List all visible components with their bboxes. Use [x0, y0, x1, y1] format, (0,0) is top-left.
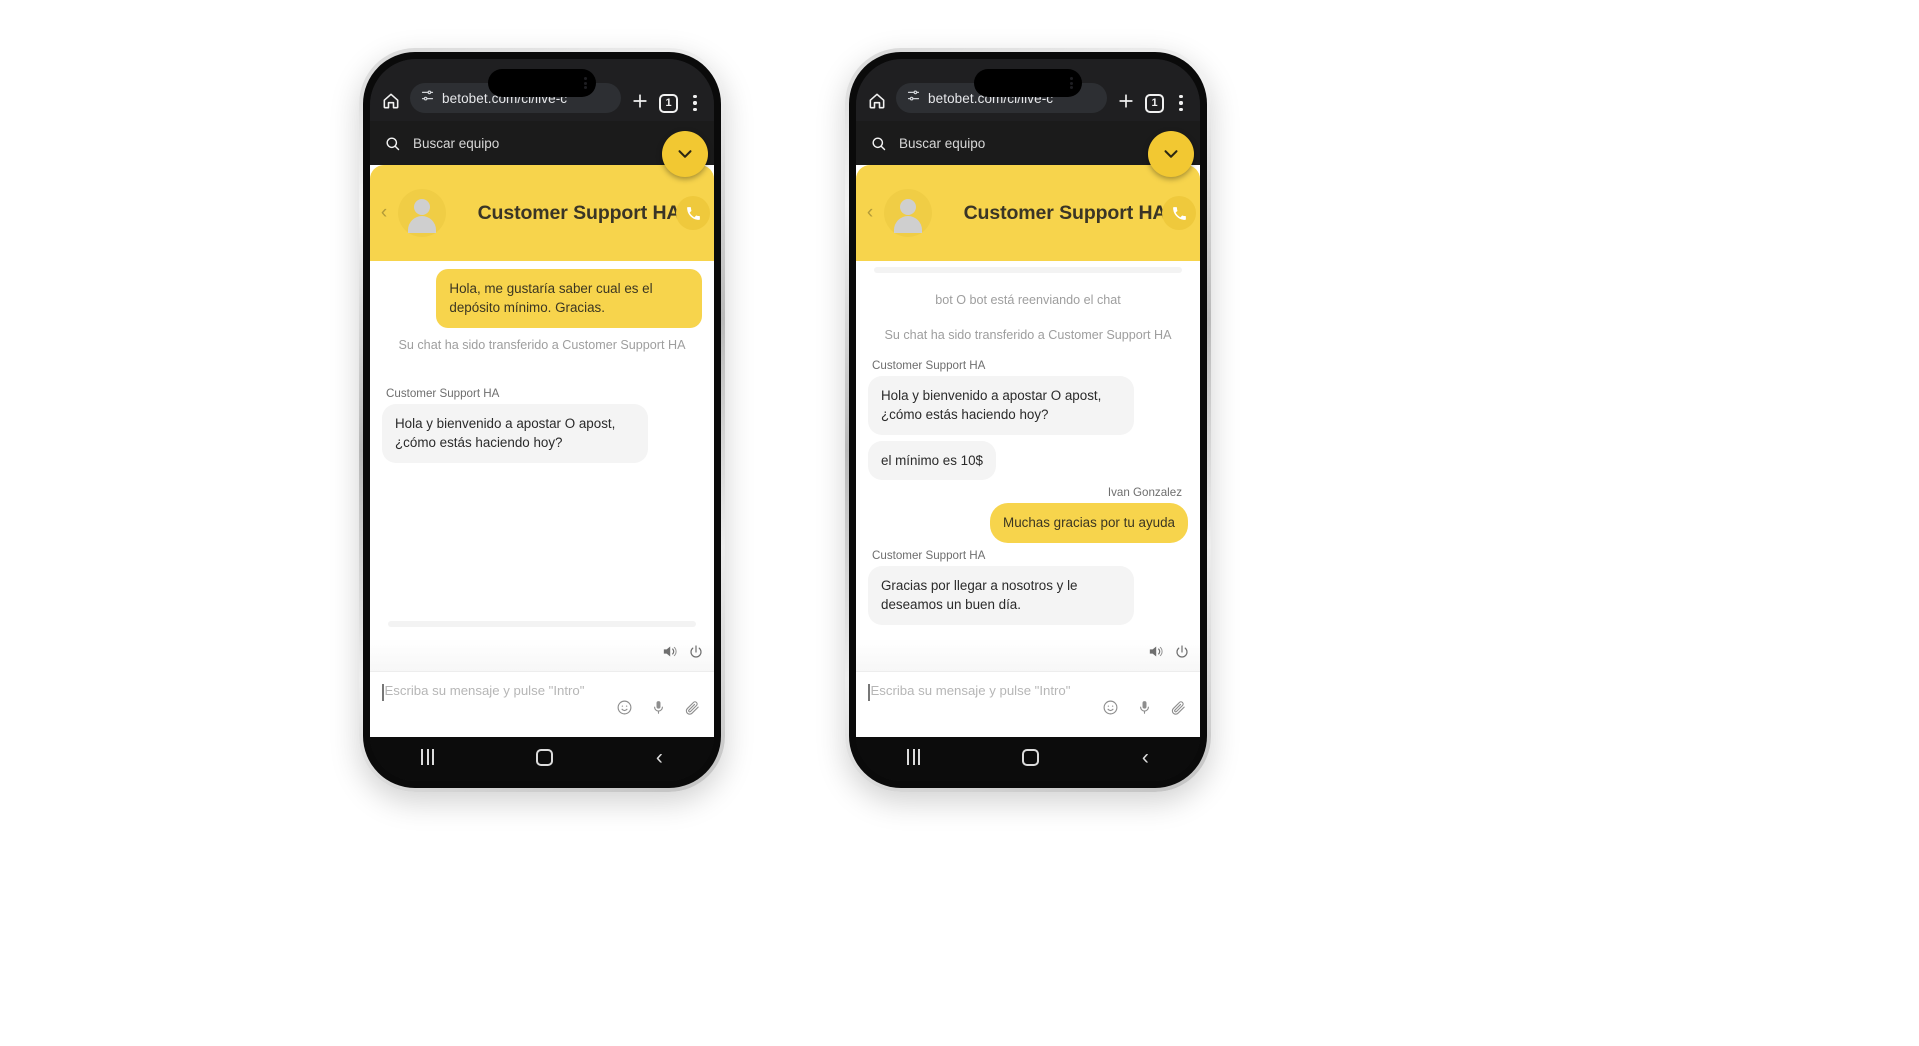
speaker-icon[interactable]: [1147, 643, 1164, 665]
chevron-left-icon[interactable]: ‹: [862, 202, 878, 224]
phone-left-bezel: betobet.com/cl/live-c 1 Buscar equipo ‹ …: [363, 52, 721, 788]
phone-glyph: [1172, 206, 1186, 220]
user-avatar-icon: [884, 189, 932, 237]
speaker-icon[interactable]: [661, 643, 678, 665]
microphone-icon[interactable]: [650, 699, 667, 721]
message-row: Hola y bienvenido a apostar O apost, ¿có…: [868, 376, 1188, 435]
dynamic-island: [974, 69, 1082, 97]
search-icon: [384, 135, 401, 152]
chat-messages-left[interactable]: Hola, me gustaría saber cual es el depós…: [370, 261, 714, 639]
back-chevron-icon[interactable]: ‹: [656, 747, 663, 768]
search-icon: [870, 135, 887, 152]
emoji-icon[interactable]: [1102, 699, 1119, 721]
microphone-icon[interactable]: [1136, 699, 1153, 721]
agent-message-bubble: el mínimo es 10$: [868, 440, 996, 481]
search-placeholder: Buscar equipo: [413, 135, 500, 151]
home-square-icon[interactable]: [536, 748, 554, 766]
chevron-down-icon: [1164, 150, 1178, 158]
phone-left: betobet.com/cl/live-c 1 Buscar equipo ‹ …: [359, 48, 725, 792]
user-message-bubble: Hola, me gustaría saber cual es el depós…: [436, 269, 702, 328]
power-icon[interactable]: [1174, 644, 1190, 665]
tab-count-badge[interactable]: 1: [1145, 94, 1164, 113]
home-icon[interactable]: [865, 89, 889, 113]
text-caret: [868, 684, 870, 701]
chat-input-tools: [1102, 699, 1187, 721]
phone-right: betobet.com/cl/live-c 1 Buscar equipo ‹ …: [845, 48, 1211, 792]
kebab-menu-icon[interactable]: [1171, 93, 1191, 113]
chat-toggle-fab[interactable]: [1148, 131, 1194, 177]
chevron-left-icon[interactable]: ‹: [376, 202, 392, 224]
message-row: el mínimo es 10$: [868, 440, 1188, 481]
chat-widget: ‹ Customer Support HA Hola, me gustaría …: [370, 165, 714, 737]
chat-header: ‹ Customer Support HA: [370, 165, 714, 261]
message-row: Muchas gracias por tu ayuda: [868, 503, 1188, 543]
chevron-down-icon: [678, 150, 692, 158]
chat-input-bar[interactable]: Escriba su mensaje y pulse "Intro": [856, 671, 1200, 737]
message-sender-label: Customer Support HA: [872, 359, 986, 372]
chat-header: ‹ Customer Support HA: [856, 165, 1200, 261]
phone-right-screen: betobet.com/cl/live-c 1 Buscar equipo ‹ …: [856, 59, 1200, 781]
agent-message-bubble: Hola y bienvenido a apostar O apost, ¿có…: [868, 376, 1134, 435]
agent-message-bubble: Gracias por llegar a nosotros y le desea…: [868, 565, 1134, 625]
message-row: Hola, me gustaría saber cual es el depós…: [382, 269, 702, 328]
tab-count-badge[interactable]: 1: [659, 94, 678, 113]
phone-right-bezel: betobet.com/cl/live-c 1 Buscar equipo ‹ …: [849, 52, 1207, 788]
chat-controls: [370, 639, 714, 671]
user-avatar-icon: [398, 189, 446, 237]
home-square-icon[interactable]: [1022, 748, 1040, 766]
chat-input-placeholder: Escriba su mensaje y pulse "Intro": [870, 683, 1071, 698]
phone-icon[interactable]: [1162, 196, 1196, 230]
message-row: Hola y bienvenido a apostar O apost, ¿có…: [382, 403, 702, 463]
chat-widget: ‹ Customer Support HA bot O bot está ree…: [856, 165, 1200, 737]
message-sender-label: Customer Support HA: [872, 548, 986, 562]
recent-apps-icon[interactable]: [907, 749, 921, 765]
paperclip-icon[interactable]: [1170, 699, 1187, 721]
tune-icon: [420, 88, 435, 108]
android-nav-bar: ‹: [370, 737, 714, 781]
chat-input-bar[interactable]: Escriba su mensaje y pulse "Intro": [370, 671, 714, 737]
message-row: Gracias por llegar a nosotros y le desea…: [868, 565, 1188, 625]
kebab-menu-icon[interactable]: [685, 93, 705, 113]
system-message: bot O bot está reenviando el chat: [935, 293, 1121, 307]
scroll-indicator: [874, 267, 1182, 273]
phone-glyph: [686, 206, 700, 220]
back-chevron-icon[interactable]: ‹: [1142, 747, 1149, 768]
emoji-icon[interactable]: [616, 699, 633, 721]
new-tab-icon[interactable]: [628, 89, 652, 113]
message-sender-label: Customer Support HA: [386, 386, 500, 400]
chat-input-placeholder: Escriba su mensaje y pulse "Intro": [384, 683, 585, 698]
tune-icon: [906, 88, 921, 108]
scroll-indicator: [388, 621, 696, 627]
chat-messages-right[interactable]: bot O bot está reenviando el chat Su cha…: [856, 261, 1200, 639]
phone-left-screen: betobet.com/cl/live-c 1 Buscar equipo ‹ …: [370, 59, 714, 781]
recent-apps-icon[interactable]: [421, 749, 435, 765]
phone-icon[interactable]: [676, 196, 710, 230]
chat-controls: [856, 639, 1200, 671]
chat-toggle-fab[interactable]: [662, 131, 708, 177]
system-message: Su chat ha sido transferido a Customer S…: [884, 328, 1172, 342]
chat-title: Customer Support HA: [477, 201, 681, 224]
chat-input-tools: [616, 699, 701, 721]
system-message: Su chat ha sido transferido a Customer S…: [398, 337, 686, 352]
android-nav-bar: ‹: [856, 737, 1200, 781]
screenshot-stage: betobet.com/cl/live-c 1 Buscar equipo ‹ …: [0, 0, 1919, 1046]
new-tab-icon[interactable]: [1114, 89, 1138, 113]
island-dots-icon: [584, 77, 587, 89]
chat-title: Customer Support HA: [963, 201, 1167, 224]
dynamic-island: [488, 69, 596, 97]
agent-message-bubble: Hola y bienvenido a apostar O apost, ¿có…: [382, 403, 648, 463]
paperclip-icon[interactable]: [684, 699, 701, 721]
island-dots-icon: [1070, 77, 1073, 89]
search-placeholder: Buscar equipo: [899, 135, 986, 151]
text-caret: [382, 684, 384, 701]
user-message-bubble: Muchas gracias por tu ayuda: [990, 503, 1188, 543]
power-icon[interactable]: [688, 644, 704, 665]
home-icon[interactable]: [379, 89, 403, 113]
message-sender-label: Ivan Gonzalez: [1107, 486, 1182, 500]
